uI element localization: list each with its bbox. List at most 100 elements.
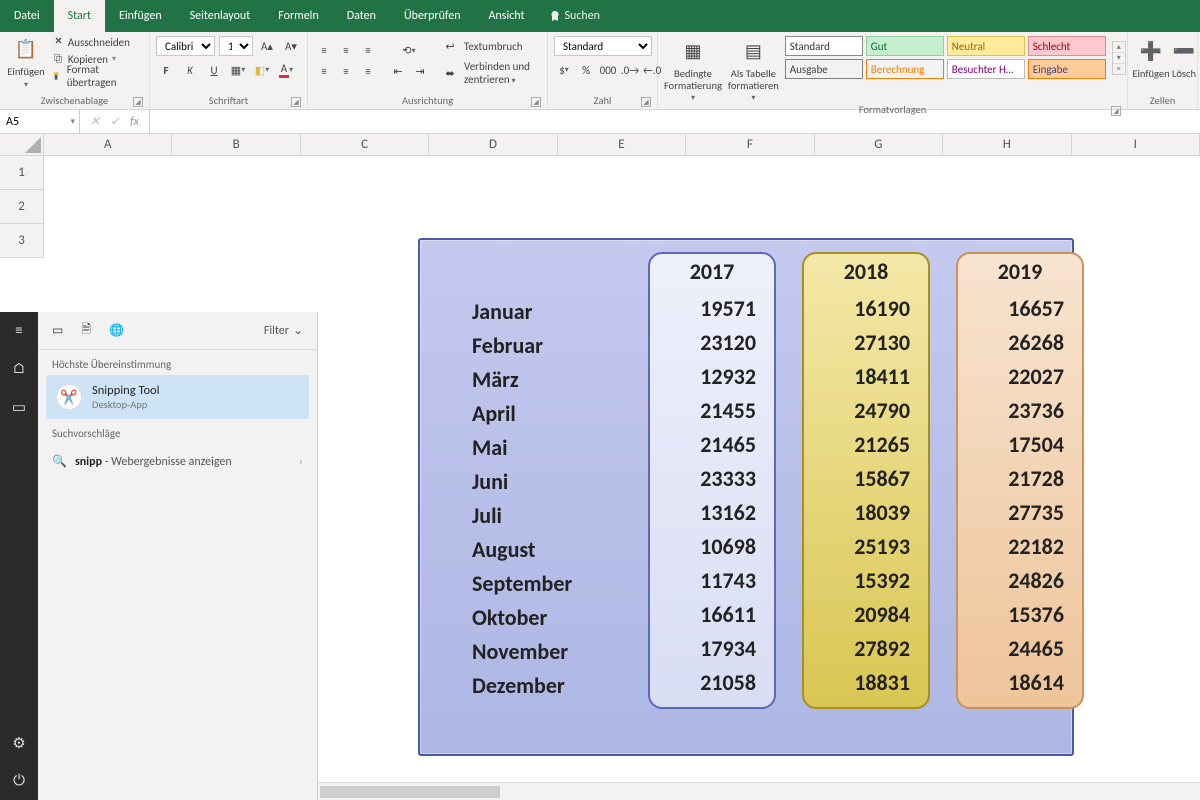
shrink-font-button[interactable]: A▾ bbox=[281, 36, 301, 56]
column-header[interactable]: E bbox=[558, 134, 686, 156]
comma-button[interactable]: 000 bbox=[598, 60, 618, 80]
number-format-select[interactable]: Standard bbox=[554, 36, 652, 56]
cell-style-option[interactable]: Besuchter H… bbox=[947, 59, 1025, 79]
settings-icon[interactable]: ⚙ bbox=[0, 724, 38, 762]
cell-style-option[interactable]: Neutral bbox=[947, 36, 1025, 56]
search-result-snipping-tool[interactable]: ✂️ Snipping Tool Desktop-App bbox=[46, 375, 309, 419]
month-label: Oktober bbox=[472, 600, 572, 634]
format-as-table-button[interactable]: ▤Als Tabelle formatieren bbox=[728, 36, 779, 103]
data-value: 24790 bbox=[816, 393, 916, 427]
cell-style-option[interactable]: Eingabe bbox=[1028, 59, 1106, 79]
column-header[interactable]: F bbox=[686, 134, 814, 156]
name-box[interactable]: A5 bbox=[0, 110, 80, 133]
indent-button[interactable]: ⇥ bbox=[410, 62, 430, 82]
align-middle-button[interactable]: ≡ bbox=[336, 41, 356, 61]
apps-scope-icon[interactable]: ▭ bbox=[52, 323, 63, 338]
column-header[interactable]: C bbox=[301, 134, 429, 156]
row-header[interactable]: 3 bbox=[0, 224, 44, 258]
outdent-button[interactable]: ⇤ bbox=[388, 62, 408, 82]
power-icon[interactable]: ⏻ bbox=[0, 762, 38, 800]
merge-center-button[interactable]: ⬌Verbinden und zentrieren bbox=[440, 60, 541, 86]
month-label: September bbox=[472, 566, 572, 600]
tab-überprüfen[interactable]: Überprüfen bbox=[390, 0, 475, 32]
column-header[interactable]: H bbox=[943, 134, 1071, 156]
column-header[interactable]: A bbox=[44, 134, 172, 156]
dialog-launcher-icon[interactable]: ◢ bbox=[641, 97, 651, 107]
tab-einfügen[interactable]: Einfügen bbox=[105, 0, 176, 32]
bookmark-icon[interactable]: ▭ bbox=[0, 388, 38, 426]
column-header[interactable]: B bbox=[172, 134, 300, 156]
align-top-button[interactable]: ≡ bbox=[314, 41, 334, 61]
data-value: 21265 bbox=[816, 427, 916, 461]
delete-cells-button[interactable]: ➖Lösch bbox=[1170, 36, 1198, 80]
grow-font-button[interactable]: A▴ bbox=[257, 36, 277, 56]
enter-icon[interactable]: ✓ bbox=[110, 114, 120, 129]
column-header[interactable]: I bbox=[1072, 134, 1200, 156]
dialog-launcher-icon[interactable]: ◢ bbox=[291, 97, 301, 107]
cell-style-option[interactable]: Schlecht bbox=[1028, 36, 1106, 56]
select-all-corner[interactable] bbox=[0, 134, 44, 156]
cell-style-option[interactable]: Standard bbox=[785, 36, 863, 56]
cut-button[interactable]: Ausschneiden bbox=[52, 34, 143, 50]
month-label: Dezember bbox=[472, 668, 572, 702]
style-gallery-scroll[interactable]: ▴▾≡ bbox=[1112, 41, 1126, 75]
row-header[interactable]: 2 bbox=[0, 190, 44, 224]
dialog-launcher-icon[interactable]: ◢ bbox=[133, 97, 143, 107]
wrap-text-button[interactable]: ↩Textumbruch bbox=[440, 36, 541, 56]
accounting-format-button[interactable]: $ bbox=[554, 60, 574, 80]
row-header[interactable]: 1 bbox=[0, 156, 44, 190]
percent-button[interactable]: % bbox=[576, 60, 596, 80]
hamburger-icon[interactable]: ≡ bbox=[0, 312, 38, 350]
align-right-button[interactable]: ≡ bbox=[358, 62, 378, 82]
chevron-down-icon: ⌄ bbox=[293, 323, 303, 338]
tab-seitenlayout[interactable]: Seitenlayout bbox=[176, 0, 265, 32]
fx-icon[interactable]: fx bbox=[130, 115, 139, 129]
cell-styles-gallery[interactable]: StandardGutNeutralSchlecht AusgabeBerechn… bbox=[785, 36, 1106, 79]
data-value: 11743 bbox=[662, 563, 762, 597]
horizontal-scrollbar[interactable] bbox=[318, 782, 1200, 800]
increase-decimal-button[interactable]: .0→ bbox=[620, 60, 640, 80]
home-icon[interactable]: ⌂ bbox=[0, 350, 38, 388]
data-value: 12932 bbox=[662, 359, 762, 393]
border-button[interactable]: ▦ bbox=[228, 60, 248, 80]
cancel-icon[interactable]: ✕ bbox=[90, 114, 100, 129]
cell-style-option[interactable]: Berechnung bbox=[866, 59, 944, 79]
cell-style-option[interactable]: Gut bbox=[866, 36, 944, 56]
web-scope-icon[interactable]: 🌐 bbox=[109, 323, 124, 338]
bold-button[interactable]: F bbox=[156, 60, 176, 80]
orientation-button[interactable]: ⟲ bbox=[388, 41, 430, 61]
align-left-button[interactable]: ≡ bbox=[314, 62, 334, 82]
fill-color-button[interactable]: ◧ bbox=[252, 60, 272, 80]
filter-button[interactable]: Filter ⌄ bbox=[264, 323, 303, 338]
tab-datei[interactable]: Datei bbox=[0, 0, 54, 32]
data-value: 21455 bbox=[662, 393, 762, 427]
format-painter-button[interactable]: Format übertragen bbox=[52, 68, 143, 84]
column-header[interactable]: D bbox=[429, 134, 557, 156]
align-center-button[interactable]: ≡ bbox=[336, 62, 356, 82]
insert-cells-button[interactable]: ➕Einfügen bbox=[1134, 36, 1168, 80]
dialog-launcher-icon[interactable]: ◢ bbox=[531, 97, 541, 107]
conditional-formatting-button[interactable]: ▦Bedingte Formatierung bbox=[664, 36, 722, 103]
font-color-button[interactable]: A bbox=[276, 60, 296, 80]
tell-me-search[interactable]: Suchen bbox=[539, 0, 610, 32]
font-name-select[interactable]: Calibri bbox=[156, 36, 215, 56]
dialog-launcher-icon[interactable]: ◢ bbox=[1111, 106, 1121, 116]
data-value: 17934 bbox=[662, 631, 762, 665]
font-size-select[interactable]: 11 bbox=[219, 36, 253, 56]
tab-ansicht[interactable]: Ansicht bbox=[475, 0, 539, 32]
documents-scope-icon[interactable]: 🗎 bbox=[81, 320, 91, 341]
tab-start[interactable]: Start bbox=[54, 0, 105, 32]
paste-button[interactable]: 📋 Einfügen bbox=[6, 34, 46, 90]
month-label: Mai bbox=[472, 430, 572, 464]
suggestions-label: Suchvorschläge bbox=[38, 419, 317, 444]
align-bottom-button[interactable]: ≡ bbox=[358, 41, 378, 61]
data-value: 27130 bbox=[816, 325, 916, 359]
data-value: 15392 bbox=[816, 563, 916, 597]
tab-daten[interactable]: Daten bbox=[333, 0, 390, 32]
column-header[interactable]: G bbox=[815, 134, 943, 156]
tab-formeln[interactable]: Formeln bbox=[264, 0, 332, 32]
cell-style-option[interactable]: Ausgabe bbox=[785, 59, 863, 79]
underline-button[interactable]: U bbox=[204, 60, 224, 80]
search-suggestion[interactable]: 🔍 snipp - Webergebnisse anzeigen › bbox=[38, 444, 317, 479]
italic-button[interactable]: K bbox=[180, 60, 200, 80]
